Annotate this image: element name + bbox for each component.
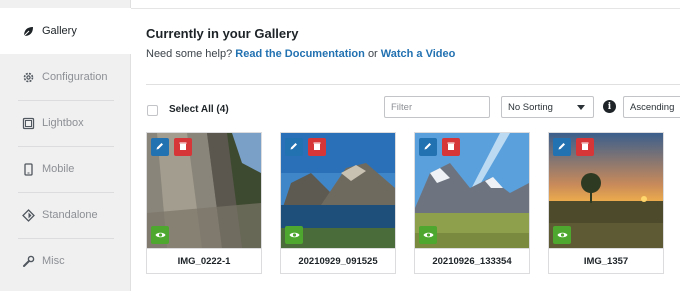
view-button[interactable] — [419, 226, 437, 244]
gear-icon — [21, 70, 35, 84]
view-button[interactable] — [151, 226, 169, 244]
sidebar-item-label: Standalone — [42, 209, 98, 221]
top-divider — [131, 8, 680, 9]
sidebar-item-label: Misc — [42, 255, 65, 267]
view-button[interactable] — [285, 226, 303, 244]
header-divider — [146, 84, 680, 85]
sidebar: Gallery Configuration Lightbox Mobile St… — [0, 0, 132, 291]
edit-button[interactable] — [419, 138, 437, 156]
sorting-value: No Sorting — [508, 101, 553, 113]
page-title: Currently in your Gallery — [146, 26, 299, 41]
delete-button[interactable] — [442, 138, 460, 156]
gallery-item[interactable]: IMG_1357 — [548, 132, 664, 274]
image-name: IMG_1357 — [549, 248, 663, 273]
standalone-icon — [21, 208, 35, 222]
sorting-select[interactable]: No Sorting — [501, 96, 594, 118]
select-all-label[interactable]: Select All (4) — [169, 104, 229, 115]
view-button[interactable] — [553, 226, 571, 244]
help-prefix: Need some help? — [146, 48, 233, 60]
delete-button[interactable] — [308, 138, 326, 156]
trash-icon — [580, 138, 590, 156]
wrench-icon — [21, 254, 35, 268]
pencil-icon — [155, 138, 165, 156]
pencil-icon — [423, 138, 433, 156]
sidebar-item-mobile[interactable]: Mobile — [0, 146, 131, 192]
sidebar-item-lightbox[interactable]: Lightbox — [0, 100, 131, 146]
watch-video-link[interactable]: Watch a Video — [381, 48, 456, 60]
edit-button[interactable] — [151, 138, 169, 156]
image-name: IMG_0222-1 — [147, 248, 261, 273]
gallery-item[interactable]: 20210929_091525 — [280, 132, 396, 274]
image-name: 20210926_133354 — [415, 248, 529, 273]
leaf-icon — [21, 24, 35, 38]
sidebar-item-gallery[interactable]: Gallery — [0, 8, 132, 54]
sidebar-item-label: Configuration — [42, 71, 108, 83]
trash-icon — [446, 138, 456, 156]
eye-icon — [423, 226, 434, 244]
help-text: Need some help? Read the Documentation o… — [146, 48, 455, 60]
select-all-checkbox[interactable] — [147, 105, 158, 116]
sidebar-item-label: Mobile — [42, 163, 75, 175]
filter-input[interactable] — [384, 96, 490, 118]
trash-icon — [312, 138, 322, 156]
gallery-item[interactable]: 20210926_133354 — [414, 132, 530, 274]
help-or: or — [367, 48, 378, 60]
sidebar-item-misc[interactable]: Misc — [0, 238, 131, 284]
image-name: 20210929_091525 — [281, 248, 395, 273]
delete-button[interactable] — [576, 138, 594, 156]
eye-icon — [289, 226, 300, 244]
sidebar-item-label: Gallery — [42, 25, 77, 37]
lightbox-icon — [21, 116, 35, 130]
sidebar-item-configuration[interactable]: Configuration — [0, 54, 131, 100]
order-value: Ascending — [630, 101, 675, 113]
mobile-icon — [21, 162, 35, 176]
order-select[interactable]: Ascending — [623, 96, 680, 118]
pencil-icon — [289, 138, 299, 156]
trash-icon — [178, 138, 188, 156]
chevron-down-icon — [577, 105, 585, 110]
sidebar-item-label: Lightbox — [42, 117, 84, 129]
main-panel: Currently in your Gallery Need some help… — [131, 0, 680, 291]
delete-button[interactable] — [174, 138, 192, 156]
edit-button[interactable] — [285, 138, 303, 156]
edit-button[interactable] — [553, 138, 571, 156]
documentation-link[interactable]: Read the Documentation — [235, 48, 365, 60]
gallery-item[interactable]: IMG_0222-1 — [146, 132, 262, 274]
info-icon[interactable]: i — [603, 100, 616, 113]
eye-icon — [557, 226, 568, 244]
pencil-icon — [557, 138, 567, 156]
eye-icon — [155, 226, 166, 244]
sidebar-item-standalone[interactable]: Standalone — [0, 192, 131, 238]
